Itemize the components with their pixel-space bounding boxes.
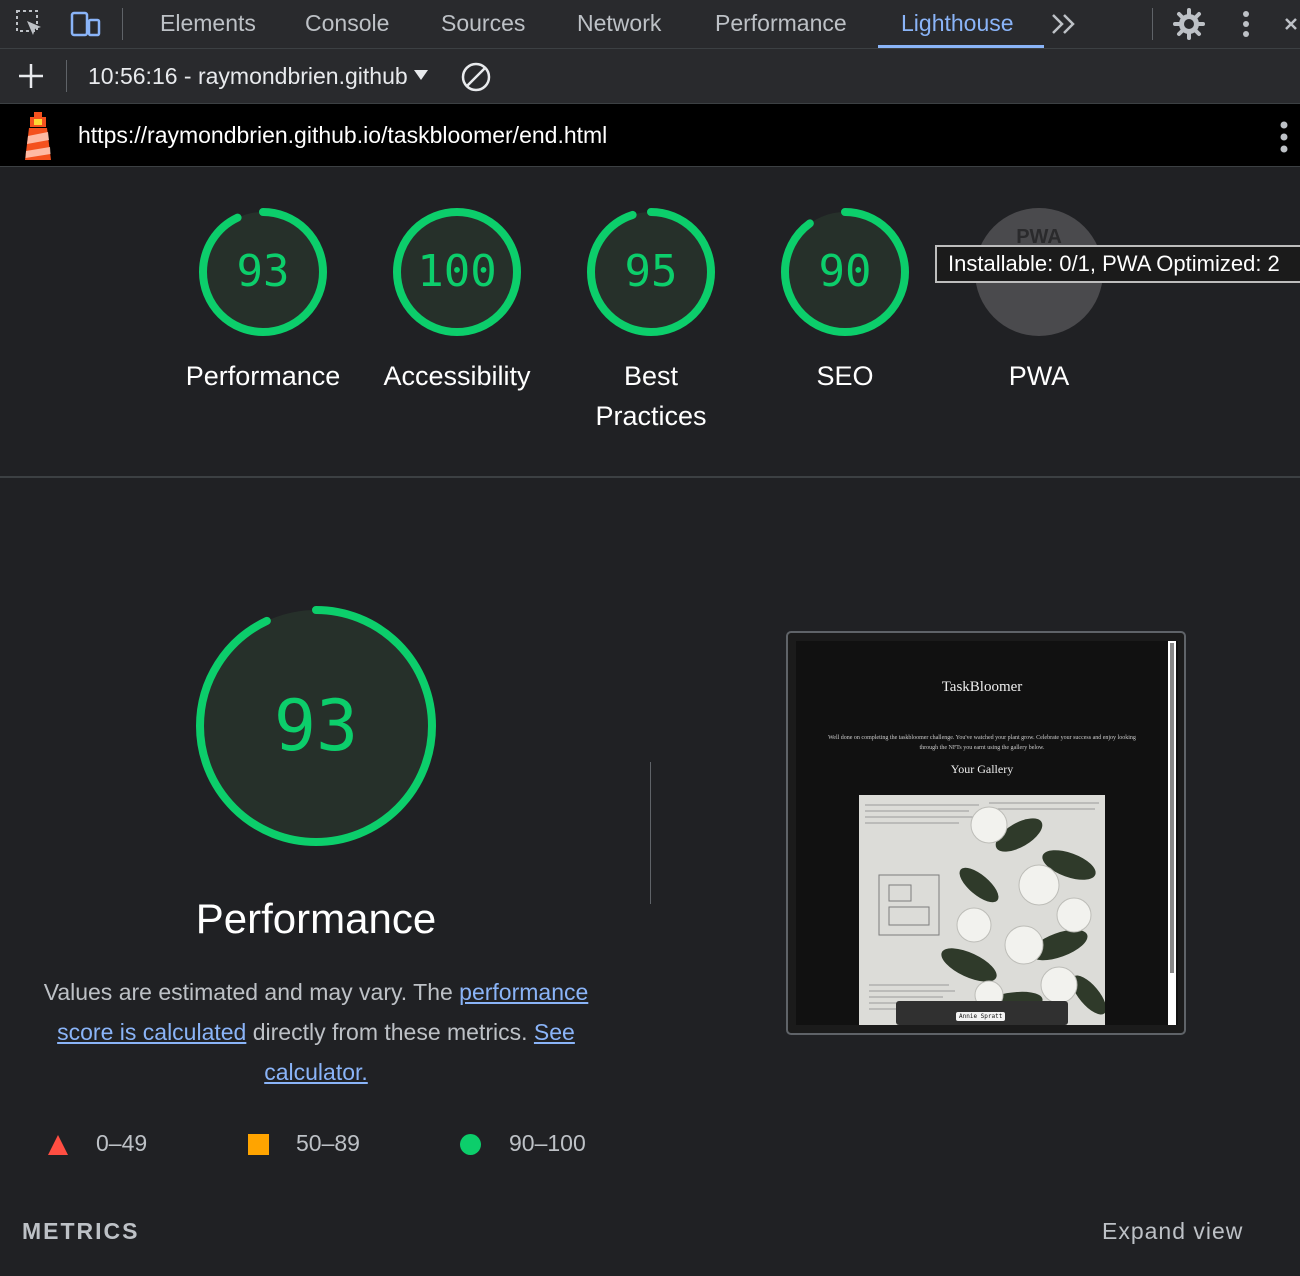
gauge-label: Performance [185, 361, 341, 391]
triangle-icon [47, 1134, 69, 1156]
performance-title: Performance [195, 895, 437, 942]
clear-icon[interactable] [459, 60, 493, 94]
close-icon[interactable] [1280, 6, 1300, 42]
expand-view-button[interactable]: Expand view [1102, 1218, 1243, 1245]
divider [650, 762, 651, 904]
screenshot-title: TaskBloomer [941, 679, 1023, 695]
gauge-performance[interactable]: 93 [197, 206, 329, 338]
kebab-menu-icon[interactable] [1278, 120, 1290, 154]
dropdown-caret-icon[interactable] [412, 68, 430, 82]
screenshot-text: Well done on completing the taskbloomer … [828, 735, 1136, 751]
lighthouse-logo-icon [20, 110, 56, 162]
gauge-score: 93 [236, 246, 290, 297]
kebab-menu-icon[interactable] [1228, 6, 1264, 42]
photo-credit: Annie Spratt [956, 1012, 1006, 1021]
final-screenshot[interactable]: TaskBloomer Well done on completing the … [796, 641, 1178, 1025]
legend-average: 50–89 [296, 1130, 360, 1156]
performance-description: Values are estimated and may vary. The p… [26, 972, 606, 1092]
metrics-heading: METRICS [22, 1218, 140, 1244]
devtools-tab-bar: Elements Console Sources Network Perform… [0, 0, 1300, 49]
gauge-label: Accessibility [383, 361, 531, 391]
more-tabs-icon[interactable] [1046, 6, 1082, 42]
tab-console[interactable]: Console [305, 0, 389, 48]
tab-performance[interactable]: Performance [715, 0, 847, 48]
divider [122, 8, 123, 40]
lighthouse-toolbar: 10:56:16 - raymondbrien.github.io [0, 49, 1300, 104]
add-report-icon[interactable] [16, 61, 46, 91]
active-tab-indicator [878, 45, 1044, 48]
circle-icon [460, 1134, 481, 1155]
settings-gear-icon[interactable] [1171, 6, 1207, 42]
report-selector[interactable]: 10:56:16 - raymondbrien.github.io [88, 49, 408, 103]
gauge-label: SEO [816, 361, 874, 391]
tab-lighthouse[interactable]: Lighthouse [901, 0, 1014, 48]
gauge-label-line: Best [623, 361, 679, 391]
legend-fail: 0–49 [96, 1130, 148, 1156]
gauge-score: 90 [818, 246, 872, 297]
report-url: https://raymondbrien.github.io/taskbloom… [78, 122, 608, 148]
gauge-score: 95 [624, 246, 678, 297]
performance-score: 93 [273, 685, 359, 767]
gauge-score: 100 [417, 246, 497, 297]
inspect-element-icon[interactable] [12, 6, 48, 42]
gauge-accessibility[interactable]: 100 [391, 206, 523, 338]
divider [66, 60, 67, 92]
legend-pass: 90–100 [509, 1130, 586, 1156]
gauge-label: Best Practices [551, 356, 751, 436]
gauge-best-practices[interactable]: 95 [585, 206, 717, 338]
square-icon [248, 1134, 269, 1155]
gauge-label: PWA [1008, 361, 1070, 391]
gauge-label-line: Practices [595, 401, 707, 431]
screenshot-scrollbar-thumb[interactable] [1170, 643, 1174, 973]
gallery-photo [859, 795, 1105, 1025]
description-text: directly from these metrics. [246, 1019, 534, 1045]
divider [1152, 8, 1153, 40]
tab-network[interactable]: Network [577, 0, 661, 48]
section-divider [0, 476, 1300, 478]
gauge-seo[interactable]: 90 [779, 206, 911, 338]
performance-gauge-large: 93 [194, 604, 438, 848]
tab-elements[interactable]: Elements [160, 0, 256, 48]
pwa-tooltip: Installable: 0/1, PWA Optimized: 2 [935, 245, 1300, 283]
device-toolbar-icon[interactable] [68, 6, 104, 42]
screenshot-gallery-heading: Your Gallery [950, 762, 1014, 776]
description-text: Values are estimated and may vary. The [43, 979, 460, 1005]
report-url-bar: https://raymondbrien.github.io/taskbloom… [0, 104, 1300, 167]
tab-sources[interactable]: Sources [441, 0, 525, 48]
